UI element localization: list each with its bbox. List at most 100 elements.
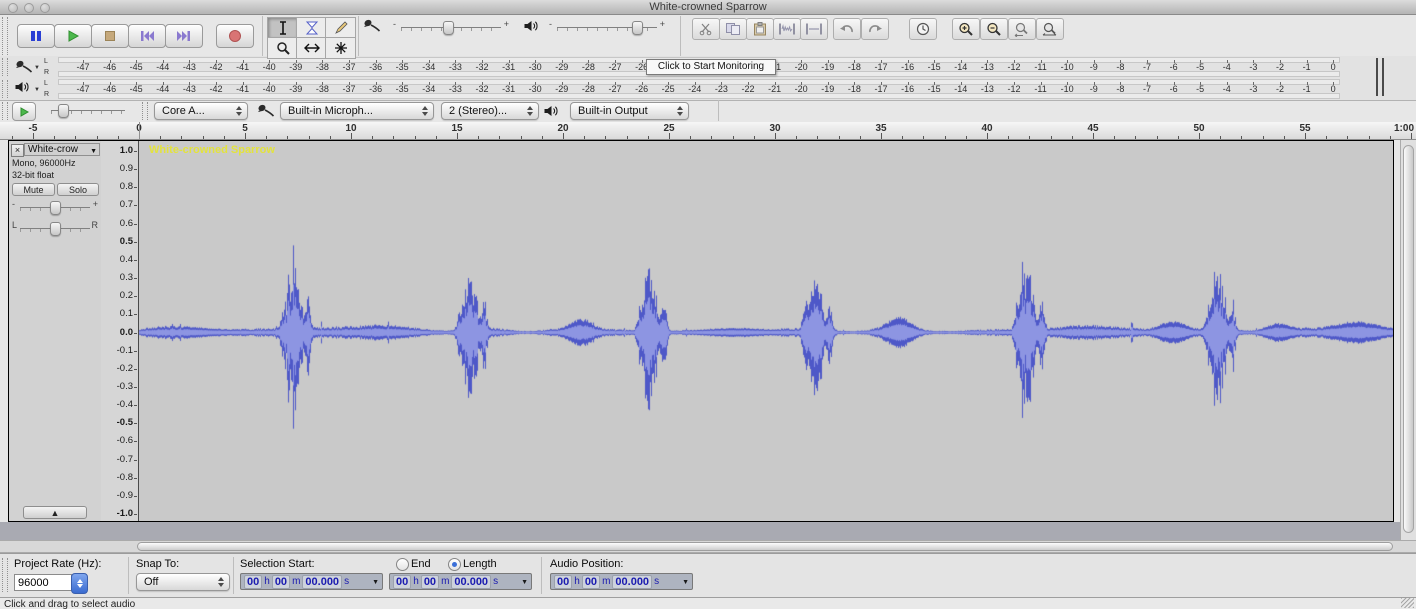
playback-speed-slider[interactable] bbox=[42, 102, 134, 118]
timefield-dropdown-arrow-icon[interactable]: ▼ bbox=[682, 579, 689, 586]
paste-button[interactable] bbox=[746, 18, 774, 40]
stop-button[interactable] bbox=[91, 24, 129, 48]
track-collapse-button[interactable]: ▲ bbox=[23, 506, 87, 519]
audio-host-select[interactable]: Core A... bbox=[154, 102, 248, 120]
track-gain-slider[interactable]: - + bbox=[11, 199, 99, 215]
time-digit[interactable]: 00.000 bbox=[302, 574, 343, 589]
project-rate-input[interactable] bbox=[14, 574, 72, 591]
window-close-button[interactable] bbox=[8, 3, 18, 13]
redo-button[interactable] bbox=[861, 18, 889, 40]
gain-plus-label: + bbox=[92, 199, 98, 209]
selection-length-field[interactable]: 00 h 00 m 00.000 s ▼ bbox=[389, 573, 532, 590]
sync-lock-button[interactable] bbox=[909, 18, 937, 40]
meter-grabber[interactable] bbox=[2, 80, 8, 98]
zoom-in-button[interactable] bbox=[952, 18, 980, 40]
skip-to-start-button[interactable] bbox=[128, 24, 166, 48]
selection-tool-button[interactable] bbox=[267, 17, 298, 39]
track-gain-thumb[interactable] bbox=[50, 201, 61, 215]
length-radio-label[interactable]: Length bbox=[463, 558, 497, 570]
meter-resize-handle[interactable] bbox=[1376, 58, 1378, 96]
recording-channels-select[interactable]: 2 (Stereo)... bbox=[441, 102, 539, 120]
pause-button[interactable] bbox=[17, 24, 55, 48]
meter-resize-handle[interactable] bbox=[1382, 58, 1384, 96]
copy-button[interactable] bbox=[719, 18, 747, 40]
meter-scale-number: -30 bbox=[528, 84, 542, 94]
timefield-dropdown-arrow-icon[interactable]: ▼ bbox=[372, 579, 379, 586]
vertical-scrollbar[interactable] bbox=[1400, 140, 1416, 540]
track-close-button[interactable]: × bbox=[11, 144, 24, 157]
input-volume-thumb[interactable] bbox=[443, 21, 454, 35]
timeline-ruler[interactable]: -505101520253035404550551:00 bbox=[0, 122, 1416, 140]
skip-to-end-button[interactable] bbox=[165, 24, 203, 48]
end-radio-label[interactable]: End bbox=[411, 558, 431, 570]
horizontal-scrollbar-thumb[interactable] bbox=[137, 542, 1393, 551]
time-digit[interactable]: 00 bbox=[271, 574, 291, 589]
time-digit[interactable]: 00 bbox=[581, 574, 601, 589]
meter-scale-number: -44 bbox=[156, 62, 170, 72]
time-digit[interactable]: 00 bbox=[554, 574, 573, 589]
multi-tool-tool-button[interactable] bbox=[325, 37, 356, 59]
device-toolbar-grabber[interactable] bbox=[142, 102, 148, 120]
recording-channels-value: 2 (Stereo)... bbox=[449, 105, 508, 117]
slider-minus-label: - bbox=[393, 19, 396, 29]
horizontal-scrollbar[interactable] bbox=[0, 540, 1416, 553]
vertical-scrollbar-thumb[interactable] bbox=[1403, 145, 1414, 533]
trim-button[interactable] bbox=[773, 18, 801, 40]
playback-meter[interactable]: ▼ L R -47 -46 -45 -44 -43 -42 -41 -40 -39 -38 -37 -36-… bbox=[0, 78, 1416, 101]
amplitude-label: 1.0 bbox=[119, 145, 133, 156]
project-rate-stepper[interactable] bbox=[71, 573, 88, 594]
meter-dropdown-arrow-icon[interactable]: ▼ bbox=[34, 65, 40, 71]
time-digit[interactable]: 00.000 bbox=[612, 574, 653, 589]
record-button[interactable] bbox=[216, 24, 254, 48]
playback-speed-thumb[interactable] bbox=[58, 104, 69, 118]
fit-selection-button[interactable] bbox=[1008, 18, 1036, 40]
track-pan-thumb[interactable] bbox=[50, 222, 61, 236]
transcription-toolbar-grabber[interactable] bbox=[2, 102, 8, 120]
play-button[interactable] bbox=[54, 24, 92, 48]
output-volume-slider[interactable]: - + bbox=[548, 19, 666, 35]
zoom-tool-button[interactable] bbox=[267, 37, 298, 59]
selection-start-field[interactable]: 00 h 00 m 00.000 s ▼ bbox=[240, 573, 383, 590]
output-volume-thumb[interactable] bbox=[632, 21, 643, 35]
envelope-tool-button[interactable] bbox=[296, 17, 327, 39]
silence-button[interactable] bbox=[800, 18, 828, 40]
input-volume-slider[interactable]: - + bbox=[392, 19, 510, 35]
window-zoom-button[interactable] bbox=[40, 3, 50, 13]
time-digit[interactable]: 00 bbox=[393, 574, 412, 589]
fit-project-button[interactable] bbox=[1036, 18, 1064, 40]
meter-scale-number: -35 bbox=[395, 84, 409, 94]
mute-button[interactable]: Mute bbox=[12, 183, 55, 196]
solo-button[interactable]: Solo bbox=[57, 183, 99, 196]
vertical-amplitude-ruler[interactable]: 1.0 0.9 0.8 0.7 0.6 0.5 0.4 0.3 0.2 0.1 0.0 -0.1 -0.… bbox=[101, 141, 139, 521]
waveform-canvas[interactable] bbox=[139, 141, 1393, 521]
snap-to-select[interactable]: Off bbox=[136, 573, 230, 591]
time-digit[interactable]: 00.000 bbox=[451, 574, 492, 589]
time-digit[interactable]: 00 bbox=[244, 574, 263, 589]
transport-toolbar-grabber[interactable] bbox=[2, 17, 8, 55]
end-radio[interactable] bbox=[396, 558, 409, 571]
track-pan-slider[interactable]: L R bbox=[11, 220, 99, 236]
undo-button[interactable] bbox=[833, 18, 861, 40]
time-shift-tool-button[interactable] bbox=[296, 37, 327, 59]
timefield-dropdown-arrow-icon[interactable]: ▼ bbox=[521, 579, 528, 586]
play-at-speed-button[interactable] bbox=[12, 102, 36, 121]
audio-position-field[interactable]: 00 h 00 m 00.000 s ▼ bbox=[550, 573, 693, 590]
length-radio[interactable] bbox=[448, 558, 461, 571]
meter-dropdown-arrow-icon[interactable]: ▼ bbox=[34, 87, 40, 93]
cut-button[interactable] bbox=[692, 18, 720, 40]
draw-tool-button[interactable] bbox=[325, 17, 356, 39]
zoom-out-button[interactable] bbox=[980, 18, 1008, 40]
window-minimize-button[interactable] bbox=[24, 3, 34, 13]
selection-toolbar-grabber[interactable] bbox=[2, 558, 8, 592]
playback-device-select[interactable]: Built-in Output bbox=[570, 102, 689, 120]
meter-scale-number: -1 bbox=[1302, 62, 1311, 72]
window-resize-grip[interactable] bbox=[1401, 598, 1414, 608]
meter-grabber[interactable] bbox=[2, 58, 8, 76]
timeline-tick bbox=[584, 136, 586, 139]
recording-device-select[interactable]: Built-in Microph... bbox=[280, 102, 434, 120]
time-digit[interactable]: 00 bbox=[420, 574, 440, 589]
time-unit: s bbox=[654, 576, 660, 587]
meter-scale-number: -10 bbox=[1060, 62, 1074, 72]
amplitude-label: 0.9 bbox=[119, 163, 133, 175]
track-name-menu[interactable]: White-crow ▼ bbox=[24, 143, 100, 156]
